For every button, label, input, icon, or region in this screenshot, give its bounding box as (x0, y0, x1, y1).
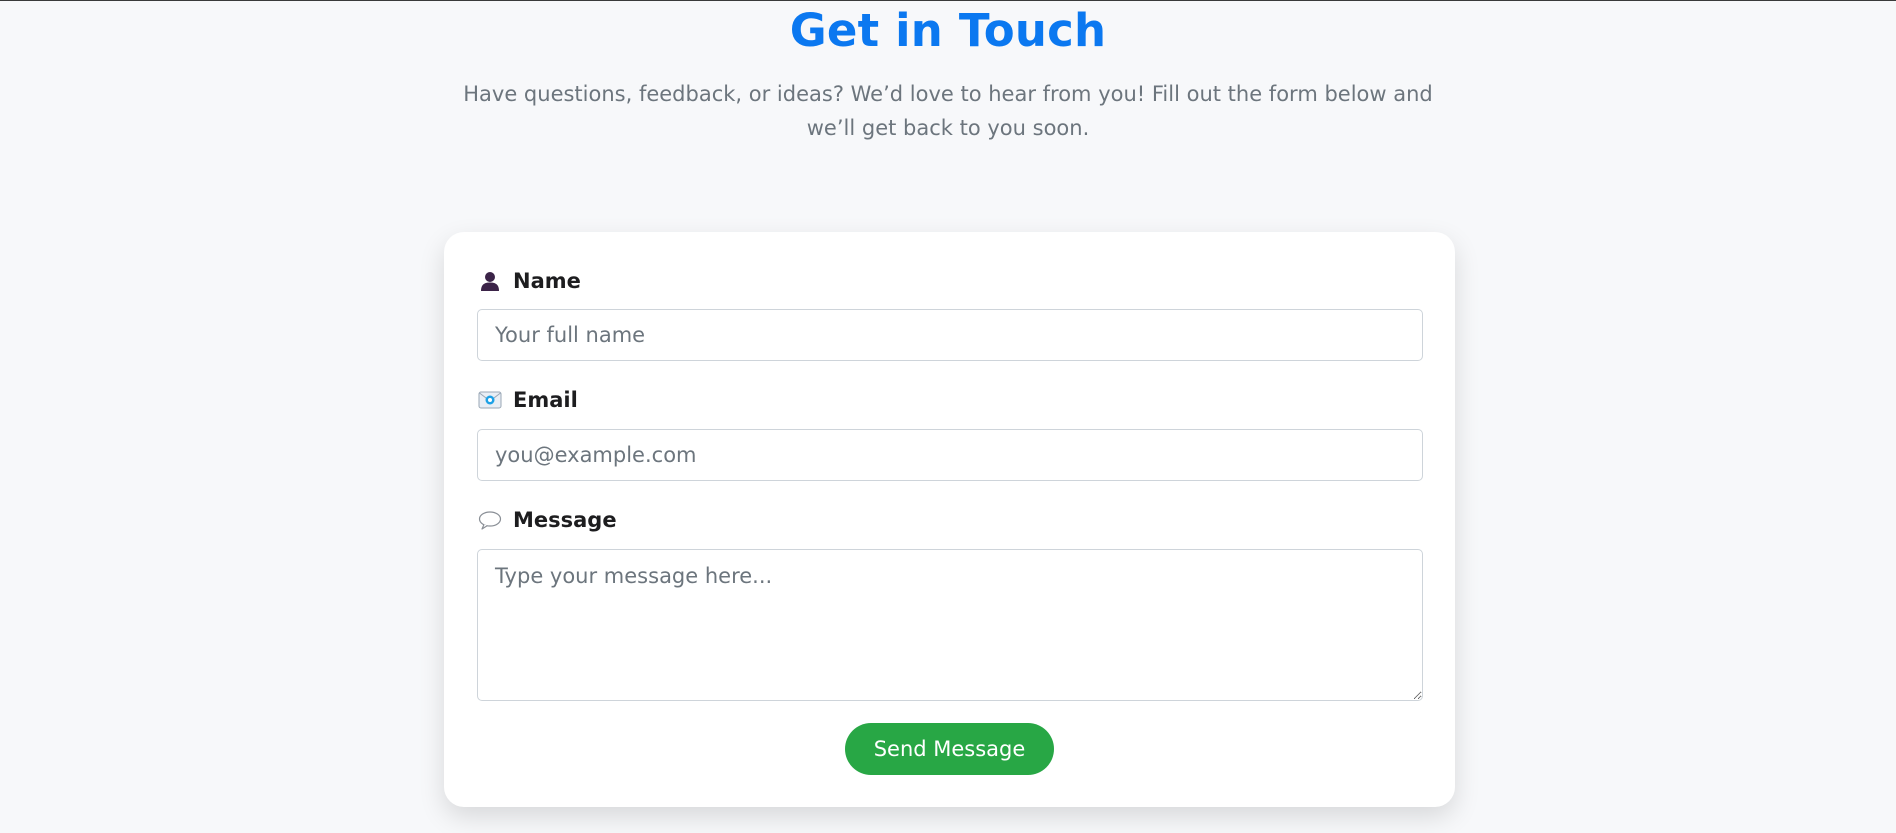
send-message-button[interactable]: Send Message (845, 723, 1054, 775)
name-label-text: Name (513, 269, 581, 293)
speech-bubble-icon (477, 507, 503, 533)
name-input[interactable] (477, 309, 1423, 361)
email-input[interactable] (477, 429, 1423, 481)
message-label-text: Message (513, 508, 617, 532)
person-icon (477, 268, 503, 294)
message-label: Message (477, 505, 617, 535)
envelope-icon (477, 387, 503, 413)
email-label-text: Email (513, 388, 578, 412)
page-title: Get in Touch (789, 4, 1107, 57)
name-label: Name (477, 266, 581, 296)
email-label: Email (477, 385, 578, 415)
contact-page: Get in Touch Have questions, feedback, o… (0, 1, 1896, 833)
message-textarea[interactable] (477, 549, 1423, 701)
intro-text: Have questions, feedback, or ideas? We’d… (463, 82, 1433, 140)
